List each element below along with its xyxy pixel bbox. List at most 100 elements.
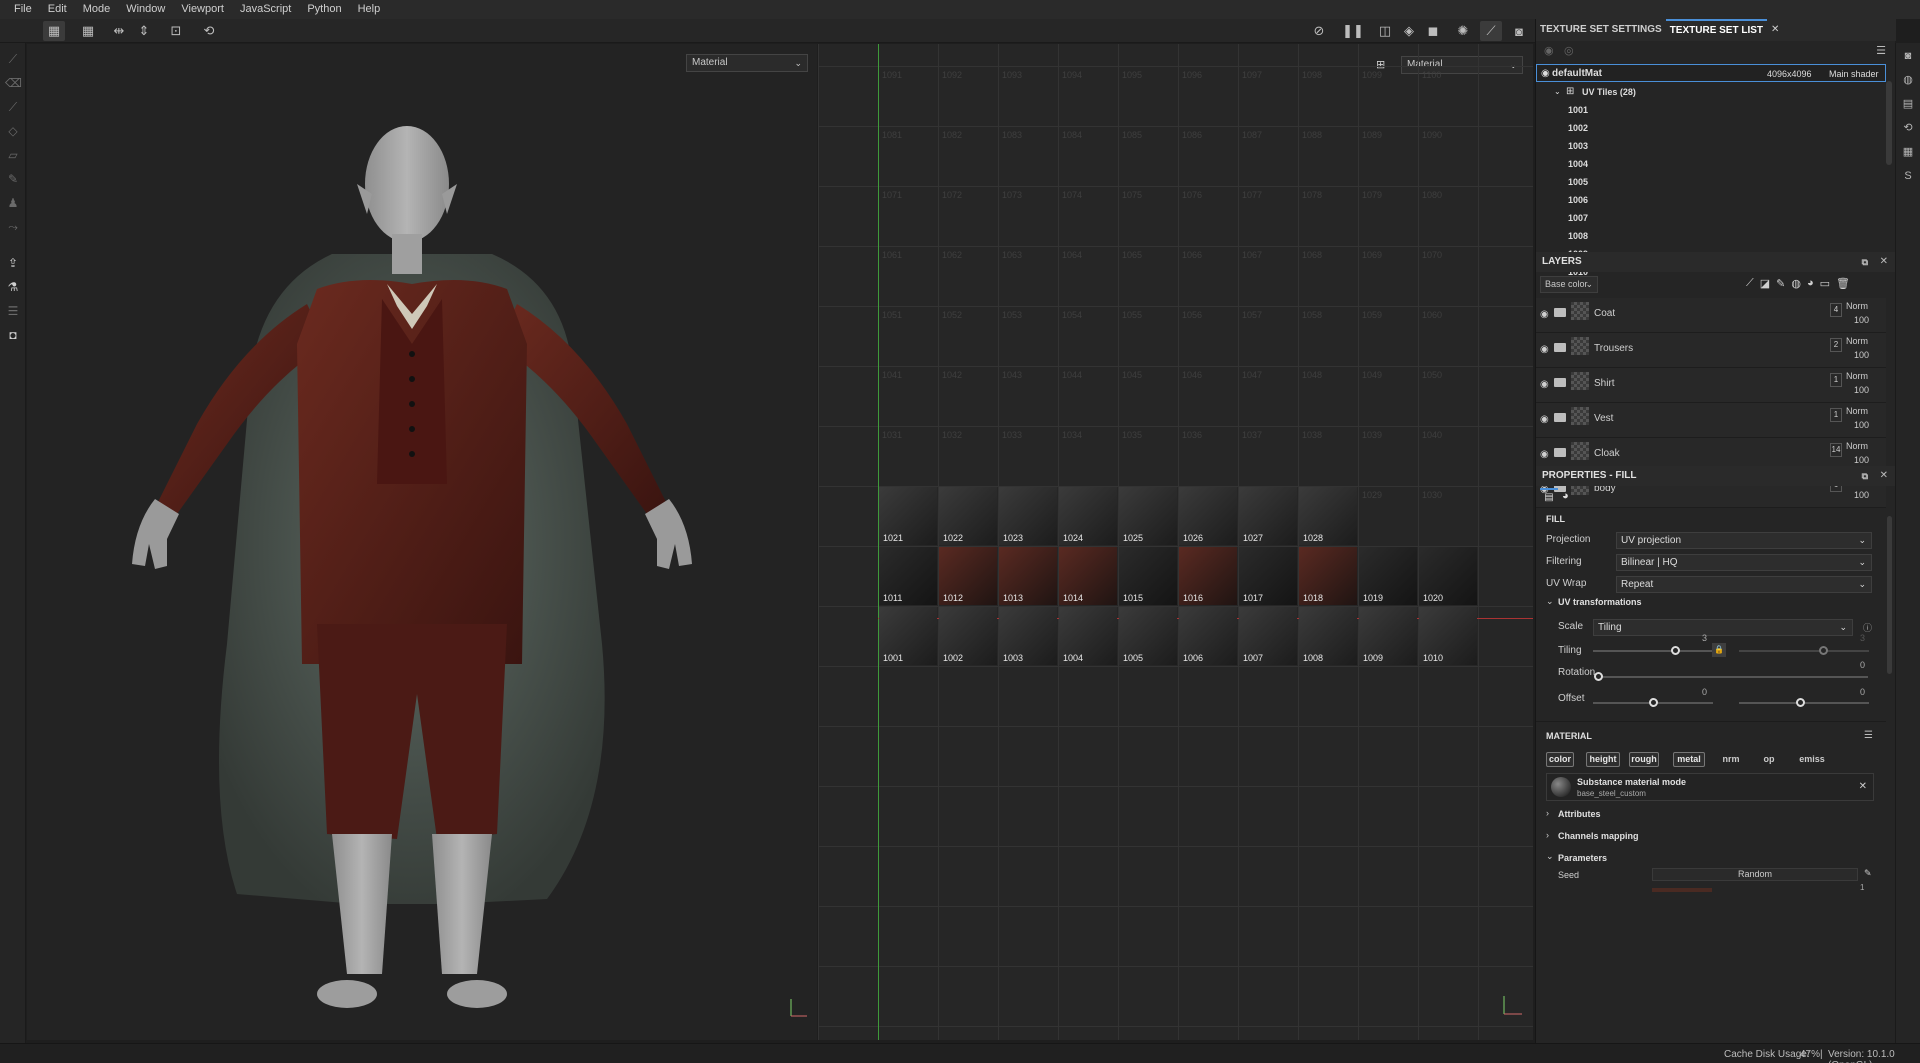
bake-icon[interactable]: ⚗ <box>5 279 21 295</box>
uv-tile[interactable]: 1015 <box>1119 547 1177 605</box>
close-icon[interactable]: ✕ <box>1859 781 1867 792</box>
projection-icon[interactable]: ⟋ <box>5 99 21 115</box>
uv-tile[interactable]: 1021 <box>879 487 937 545</box>
cube-icon[interactable]: ◈ <box>1398 21 1420 41</box>
tab-texture-set-list[interactable]: TEXTURE SET LIST <box>1665 19 1768 41</box>
opacity-value[interactable]: 100 <box>1854 315 1869 325</box>
clone-icon[interactable]: ♟ <box>5 195 21 211</box>
uv-tile-item[interactable]: 1005 <box>1536 173 1886 191</box>
uv-tile[interactable]: 1019 <box>1359 547 1417 605</box>
uv-tile-item[interactable]: 1001 <box>1536 101 1886 119</box>
tiling-slider-track[interactable] <box>1593 650 1713 652</box>
multi-grid-icon[interactable]: ▦ <box>77 21 99 41</box>
opacity-value[interactable]: 100 <box>1854 455 1869 465</box>
menu-help[interactable]: Help <box>350 0 389 19</box>
opacity-value[interactable]: 100 <box>1854 420 1869 430</box>
channels-mapping-section[interactable]: Channels mapping <box>1558 831 1639 841</box>
frame-icon[interactable]: ⊡ <box>165 21 187 41</box>
uv-tile[interactable]: 1010 <box>1419 607 1477 665</box>
uv-tile[interactable]: 1011 <box>879 547 937 605</box>
blend-mode-select[interactable]: Norm <box>1846 301 1868 311</box>
chevron-down-icon[interactable]: ⌄ <box>1554 83 1561 101</box>
menu-viewport[interactable]: Viewport <box>173 0 232 19</box>
layer-row[interactable]: ◉ Shirt 1 Norm 100 <box>1536 368 1886 403</box>
channel-color-toggle[interactable]: color <box>1546 752 1574 767</box>
uv-tile[interactable]: 1025 <box>1119 487 1177 545</box>
blend-mode-select[interactable]: Norm <box>1846 406 1868 416</box>
fill-layer-icon[interactable]: ◍ <box>1791 277 1801 290</box>
uv-tile[interactable]: 1014 <box>1059 547 1117 605</box>
history-icon[interactable]: ⟲ <box>1901 121 1915 135</box>
chevron-right-icon[interactable]: › <box>1546 830 1549 840</box>
lock-icon[interactable]: 🔒 <box>1712 643 1726 657</box>
chevron-down-icon[interactable]: ⌄ <box>1546 851 1554 862</box>
eye-icon[interactable]: ◉ <box>1540 414 1549 425</box>
eye-icon[interactable]: ◉ <box>1540 344 1549 355</box>
uv-tile[interactable]: 1027 <box>1239 487 1297 545</box>
seed-random-button[interactable]: Random <box>1652 868 1858 881</box>
layer-row[interactable]: ◉ Trousers 2 Norm 100 <box>1536 333 1886 368</box>
close-icon[interactable]: ✕ <box>1880 466 1888 486</box>
chevron-right-icon[interactable]: › <box>1546 808 1549 818</box>
opacity-value[interactable]: 100 <box>1854 490 1869 500</box>
offset-slider-knob-2[interactable] <box>1796 698 1805 707</box>
tiling-slider-knob-2[interactable] <box>1819 646 1828 655</box>
properties-tab-icon[interactable]: ▤ <box>1540 488 1558 506</box>
shader-settings-icon[interactable]: ◍ <box>1901 73 1915 87</box>
pause-icon[interactable]: ❚❚ <box>1342 21 1364 41</box>
uv-transform-heading[interactable]: UV transformations <box>1558 597 1642 607</box>
texture-set-row[interactable]: ◉ defaultMat 4096x4096 Main shader <box>1536 64 1886 82</box>
uv-tile-item[interactable]: 1006 <box>1536 191 1886 209</box>
chevron-down-icon[interactable]: ⌄ <box>1546 596 1554 607</box>
material-menu-icon[interactable]: ☰ <box>1864 730 1873 741</box>
uv-tile[interactable]: 1001 <box>879 607 937 665</box>
history-icon[interactable]: ⟲ <box>198 21 220 41</box>
tiling-slider-track-2[interactable] <box>1739 650 1869 652</box>
seed-slider[interactable] <box>1652 888 1712 892</box>
eye-icon[interactable]: ◉ <box>1540 449 1549 460</box>
uv-tile[interactable]: 1028 <box>1299 487 1357 545</box>
filtering-select[interactable]: Bilinear | HQ ⌄ <box>1616 554 1872 571</box>
paint-layer-icon[interactable]: ✎ <box>1776 277 1785 290</box>
uv-tile[interactable]: 1022 <box>939 487 997 545</box>
tiling-slider-knob[interactable] <box>1671 646 1680 655</box>
lighting-icon[interactable]: ✺ <box>1452 21 1474 41</box>
uv-tile[interactable]: 1017 <box>1239 547 1297 605</box>
mirror-icon[interactable]: ⇹ <box>108 21 130 41</box>
scrollbar[interactable] <box>1887 516 1892 674</box>
menu-icon[interactable]: ☰ <box>1876 44 1886 57</box>
uv-tile[interactable]: 1004 <box>1059 607 1117 665</box>
layer-row[interactable]: ◉ Coat 4 Norm 100 <box>1536 298 1886 333</box>
uv-tile-item[interactable]: 1007 <box>1536 209 1886 227</box>
uv-tile[interactable]: 1016 <box>1179 547 1237 605</box>
blend-mode-select[interactable]: Norm <box>1846 441 1868 451</box>
uv-tile[interactable]: 1006 <box>1179 607 1237 665</box>
attributes-section[interactable]: Attributes <box>1558 809 1601 819</box>
grid-view-icon[interactable]: ▦ <box>43 21 65 41</box>
opacity-value[interactable]: 100 <box>1854 350 1869 360</box>
uv-tile[interactable]: 1009 <box>1359 607 1417 665</box>
rotation-slider-knob[interactable] <box>1594 672 1603 681</box>
popout-icon[interactable]: ⧉ <box>1862 252 1868 272</box>
popout-icon[interactable]: ⧉ <box>1862 466 1868 486</box>
layer-stack-icon[interactable]: ☰ <box>5 303 21 319</box>
offset-slider-knob[interactable] <box>1649 698 1658 707</box>
uv-tile-item[interactable]: 1003 <box>1536 137 1886 155</box>
eye-icon[interactable]: ◉ <box>1541 65 1550 83</box>
uv-tile[interactable]: 1002 <box>939 607 997 665</box>
screenshot-icon[interactable]: ◙ <box>1508 21 1530 41</box>
layer-row[interactable]: ◉ Vest 1 Norm 100 <box>1536 403 1886 438</box>
menu-javascript[interactable]: JavaScript <box>232 0 299 19</box>
delete-icon[interactable]: 🗑 <box>1836 277 1850 290</box>
export-icon[interactable]: ⇪ <box>5 255 21 271</box>
edit-icon[interactable]: ✎ <box>1864 868 1872 879</box>
visibility-icon[interactable]: ◉ <box>1544 44 1554 57</box>
scrollbar[interactable] <box>1886 81 1892 165</box>
channel-rough-toggle[interactable]: rough <box>1629 752 1659 767</box>
viewport-3d[interactable]: Material ⌄ <box>27 44 817 1040</box>
uv-tile[interactable]: 1013 <box>999 547 1057 605</box>
uv-tile[interactable]: 1008 <box>1299 607 1357 665</box>
eraser-icon[interactable]: ⌫ <box>5 75 22 91</box>
uvwrap-select[interactable]: Repeat ⌄ <box>1616 576 1872 593</box>
uv-tile[interactable]: 1020 <box>1419 547 1477 605</box>
